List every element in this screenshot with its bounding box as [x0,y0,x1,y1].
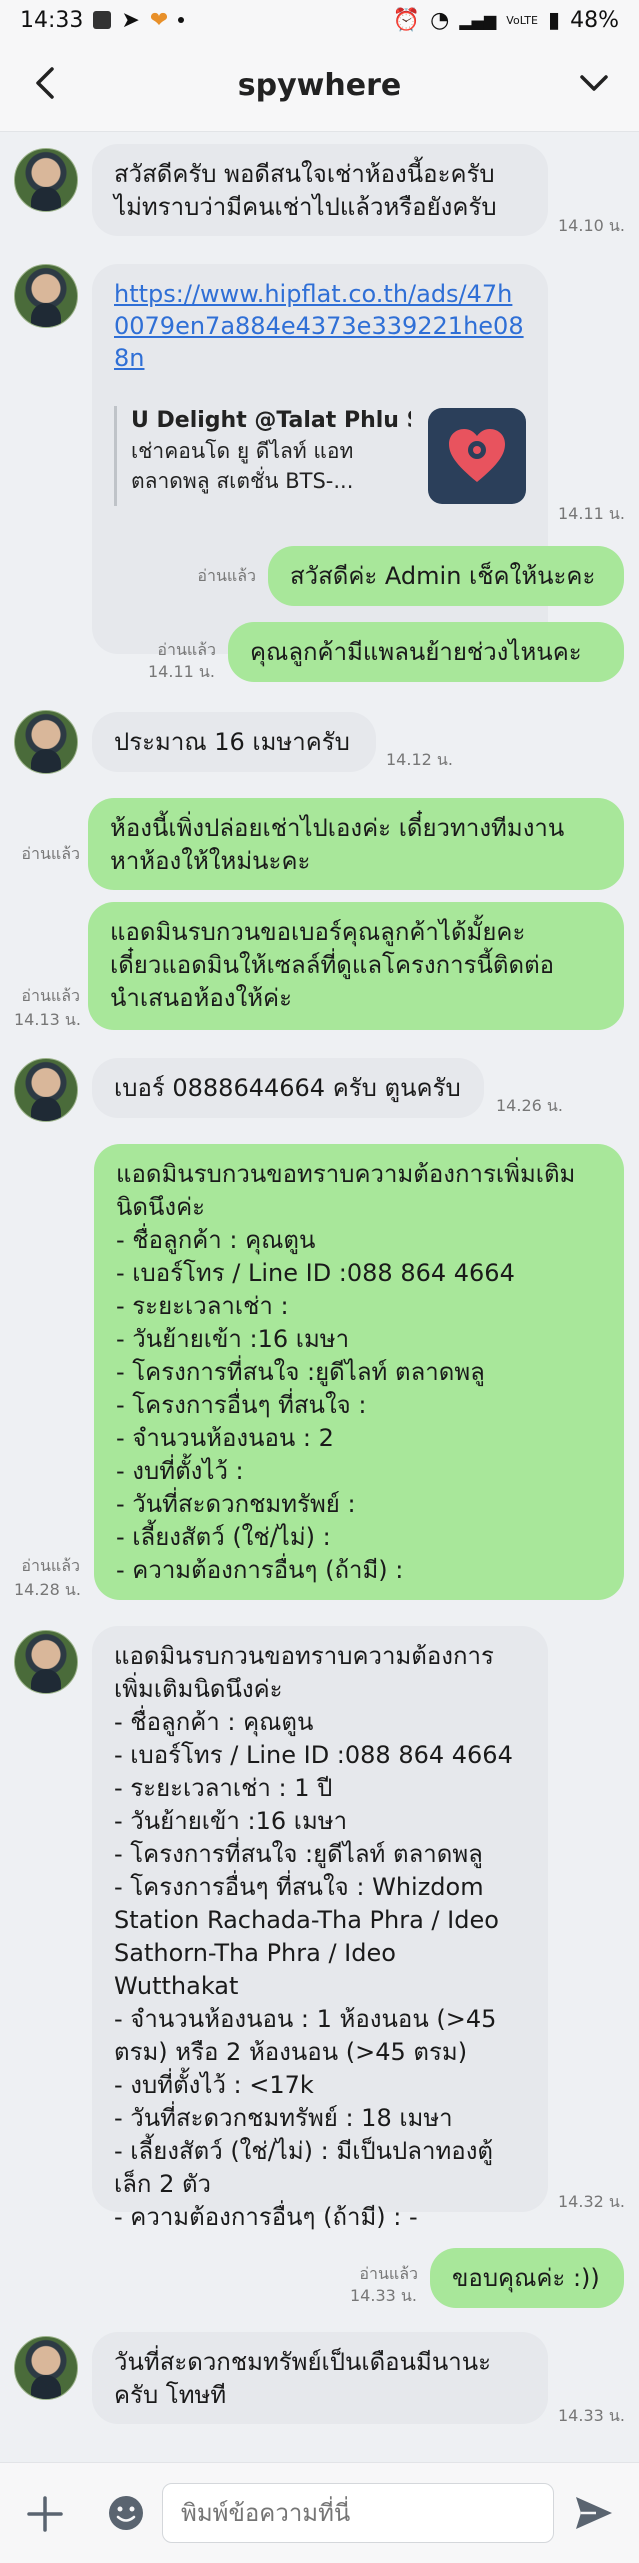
read-receipt: อ่านแล้ว [21,844,80,863]
message-time: 14.12 น. [386,750,453,769]
network-label: VoLTE [506,13,538,27]
heart-pin-logo-icon [449,429,505,482]
incoming-message[interactable]: สวัสดีครับ พอดีสนใจเช่าห้องนี้อะครับ ไม่… [92,144,548,236]
link-preview-thumbnail [428,408,526,504]
chevron-down-icon [580,75,608,91]
more-notifications-icon [178,17,185,23]
chat-header: spywhere [0,40,639,132]
chat-area[interactable]: สวัสดีครับ พอดีสนใจเช่าห้องนี้อะครับ ไม่… [0,132,639,2462]
message-time: 14.11 น. [148,662,215,681]
back-button[interactable] [20,58,70,108]
outgoing-message[interactable]: แอดมินรบกวนขอเบอร์คุณลูกค้าได้มั้ยคะ เดี… [88,902,624,1030]
outgoing-message[interactable]: ห้องนี้เพิ่งปล่อยเช่าไปเองค่ะ เดี๋ยวทางท… [88,798,624,890]
outgoing-message[interactable]: แอดมินรบกวนขอทราบความต้องการเพิ่มเติม นิ… [94,1144,624,1600]
outgoing-message[interactable]: ขอบคุณค่ะ :)) [430,2248,624,2308]
emoji-button[interactable] [106,2493,146,2533]
link-preview[interactable]: U Delight @Talat Phlu St... เช่าคอนโด ยู… [114,406,526,506]
link-preview-title: U Delight @Talat Phlu St... [131,408,411,433]
avatar[interactable] [14,1058,78,1122]
chevron-left-icon [36,67,54,99]
smiley-icon [109,2496,143,2530]
chat-menu-button[interactable] [569,58,619,108]
avatar[interactable] [14,710,78,774]
status-time: 14:33 [20,7,84,33]
wifi-icon: ◔ [430,7,450,33]
incoming-message[interactable]: เบอร์ 0888644664 ครับ ตูนครับ [92,1058,484,1118]
outgoing-message[interactable]: คุณลูกค้ามีแพลนย้ายช่วงไหนคะ [228,622,624,682]
battery-level: 48% [570,7,619,33]
message-time: 14.13 น. [14,1010,81,1029]
app-notification-icon: ❤ [149,7,169,33]
message-input-bar [0,2462,639,2563]
incoming-message[interactable]: แอดมินรบกวนขอทราบความต้องการ เพิ่มเติมนิ… [92,1626,548,2231]
attach-button[interactable] [24,2493,66,2535]
signal-icon: ▂▄▆ [459,10,497,30]
incoming-message[interactable]: วันที่สะดวกชมทรัพย์เป็นเดือนมีนานะ ครับ … [92,2332,548,2424]
send-notification-icon: ➤ [121,7,140,33]
alarm-icon: ⏰ [392,7,421,33]
message-time: 14.28 น. [14,1580,81,1599]
read-receipt: อ่านแล้ว [197,566,256,585]
message-time: 14.33 น. [558,2406,625,2425]
avatar[interactable] [14,1630,78,1694]
avatar[interactable] [14,2336,78,2400]
send-icon [576,2497,612,2529]
battery-icon: ▮ [547,7,561,33]
read-receipt: อ่านแล้ว [21,986,80,1005]
status-bar: 14:33 ➤ ❤ ⏰ ◔ ▂▄▆ VoLTE ▮ 48% [0,0,639,40]
plus-icon [27,2496,63,2532]
message-time: 14.11 น. [558,504,625,523]
read-receipt: อ่านแล้ว [359,2264,418,2283]
message-time: 14.10 น. [558,216,625,235]
message-input[interactable] [162,2483,554,2543]
outgoing-message[interactable]: สวัสดีค่ะ Admin เช็คให้นะคะ [268,546,624,606]
send-button[interactable] [572,2491,616,2535]
avatar[interactable] [14,148,78,212]
message-time: 14.32 น. [558,2192,625,2211]
message-time: 14.26 น. [496,1096,563,1115]
incoming-message[interactable]: ประมาณ 16 เมษาครับ [92,712,376,772]
chat-title: spywhere [237,68,402,103]
link-preview-description: เช่าคอนโด ยู ดีไลท์ แอท ตลาดพลู สเตชั่น … [131,439,354,493]
message-link[interactable]: https://www.hipflat.co.th/ads/47h0079en7… [114,278,526,374]
gallery-notification-icon [93,11,112,29]
read-receipt: อ่านแล้ว [21,1556,80,1575]
read-receipt: อ่านแล้ว [157,640,216,659]
message-time: 14.33 น. [350,2286,417,2305]
avatar[interactable] [14,264,78,328]
